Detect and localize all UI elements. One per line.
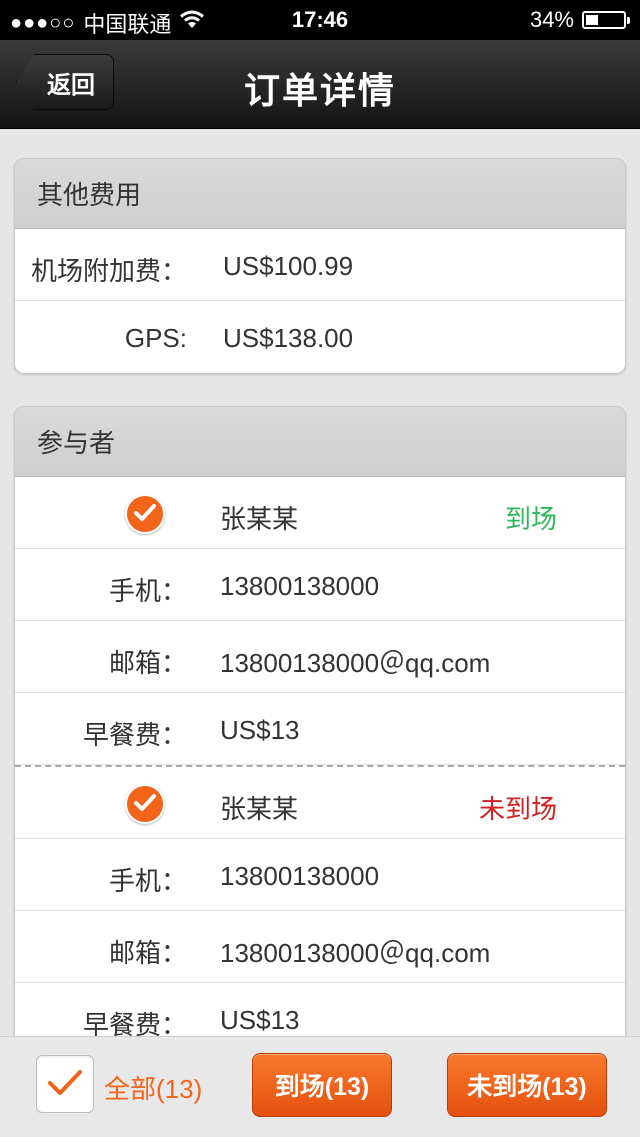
fee-label: GPS: <box>124 323 187 353</box>
mark-arrived-button[interactable]: 到场(13) <box>252 1053 392 1117</box>
breakfast-row: 早餐费： US$13 <box>15 693 625 765</box>
checkmark-icon[interactable] <box>125 784 165 824</box>
email-label: 邮箱： <box>108 938 187 968</box>
status-bar: ●●●○○ 中国联通 17:46 34% <box>0 0 640 40</box>
fee-value: US$138.00 <box>223 323 354 353</box>
battery-percent: 34% <box>529 7 574 32</box>
attendance-status: 未到场 <box>478 794 557 824</box>
participants-card: 参与者 张某某 到场 手机： 13800138000 邮箱： 138001380… <box>14 406 626 1048</box>
participants-header: 参与者 <box>15 407 625 477</box>
phone-label: 手机： <box>108 576 187 606</box>
phone-label: 手机： <box>108 866 187 896</box>
participant-row[interactable]: 张某某 到场 <box>15 477 625 549</box>
email-value: 13800138000＠qq.com <box>220 938 491 968</box>
breakfast-value: US$13 <box>220 715 300 745</box>
phone-row: 手机： 13800138000 <box>15 839 625 911</box>
phone-value: 13800138000 <box>220 861 380 891</box>
battery-icon <box>582 11 630 29</box>
checkmark-icon <box>48 1070 82 1095</box>
fee-row-airport: 机场附加费： US$100.99 <box>15 229 625 301</box>
fee-label: 机场附加费： <box>30 256 187 286</box>
breakfast-value: US$13 <box>220 1005 300 1035</box>
navigation-bar: 返回 订单详情 <box>0 40 640 129</box>
bottom-toolbar: 全部(13) 到场(13) 未到场(13) <box>0 1036 640 1137</box>
mark-absent-button[interactable]: 未到场(13) <box>447 1053 607 1117</box>
fee-row-gps: GPS: US$138.00 <box>15 301 625 373</box>
fee-value: US$100.99 <box>223 251 354 281</box>
checkmark-icon[interactable] <box>125 494 165 534</box>
participant-row[interactable]: 张某某 未到场 <box>15 767 625 839</box>
participant-name: 张某某 <box>220 794 299 824</box>
email-row: 邮箱： 13800138000＠qq.com <box>15 911 625 983</box>
other-fees-header: 其他费用 <box>15 159 625 229</box>
participant-name: 张某某 <box>220 504 299 534</box>
breakfast-label: 早餐费： <box>82 720 187 750</box>
phone-value: 13800138000 <box>220 571 380 601</box>
page-title: 订单详情 <box>243 70 396 111</box>
select-all-label[interactable]: 全部(13) <box>104 1069 202 1106</box>
email-row: 邮箱： 13800138000＠qq.com <box>15 621 625 693</box>
battery-level <box>586 15 599 25</box>
phone-row: 手机： 13800138000 <box>15 549 625 621</box>
select-all-checkbox[interactable] <box>36 1055 94 1113</box>
attendance-status: 到场 <box>504 504 557 534</box>
other-fees-card: 其他费用 机场附加费： US$100.99 GPS: US$138.00 <box>14 158 626 374</box>
email-label: 邮箱： <box>108 648 187 678</box>
email-value: 13800138000＠qq.com <box>220 648 491 678</box>
